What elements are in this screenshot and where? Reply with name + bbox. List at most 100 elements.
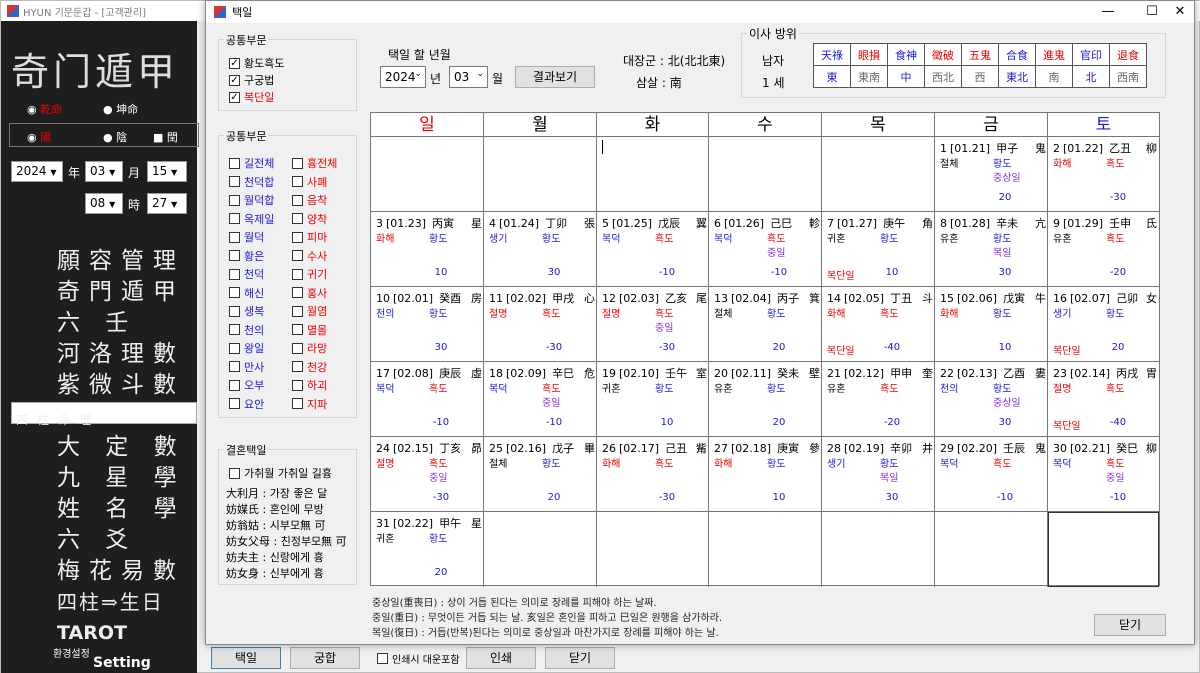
bad-day-checkbox[interactable]: 사폐 bbox=[292, 174, 327, 190]
calendar-cell[interactable] bbox=[597, 512, 709, 587]
checkbox-2[interactable]: ✓ 구궁법 bbox=[229, 72, 274, 88]
calendar-cell[interactable]: 20 [02.11] 癸未壁 유혼 황도 20 bbox=[709, 362, 822, 437]
calendar-cell[interactable]: 12 [02.03] 乙亥尾 절명 흑도 중일 -30 bbox=[597, 287, 709, 362]
leap-checkbox[interactable]: ■ 閏 bbox=[153, 129, 178, 145]
calendar-cell[interactable]: 1 [01.21] 甲子 鬼 절체 황도 중상일 20 bbox=[935, 137, 1048, 212]
yang-radio[interactable]: ◉ 陽 bbox=[27, 129, 51, 145]
menu-item[interactable]: 六 壬 bbox=[11, 309, 197, 337]
calendar-cell[interactable] bbox=[822, 512, 935, 587]
close-window-button[interactable]: ✕ bbox=[1164, 1, 1196, 23]
calendar-cell[interactable]: 22 [02.13] 乙酉婁 천의 황도 중상일 30 bbox=[935, 362, 1048, 437]
calendar-cell[interactable] bbox=[709, 512, 822, 587]
good-day-checkbox[interactable]: 왕일 bbox=[229, 340, 264, 356]
bad-day-checkbox[interactable]: 멸몰 bbox=[292, 322, 327, 338]
menu-item[interactable]: 願容管理 bbox=[11, 247, 197, 275]
calendar-cell[interactable]: 3 [01.23] 丙寅 星 화해 황도 10 bbox=[371, 212, 484, 287]
calendar-cell[interactable]: 5 [01.25] 戊辰 翼 복덕 흑도 -10 bbox=[597, 212, 709, 287]
minimize-button[interactable]: — bbox=[1086, 1, 1130, 23]
menu-item[interactable]: TAROT bbox=[11, 619, 197, 647]
calendar-cell[interactable]: 15 [02.06] 戊寅牛 화해 황도 10 bbox=[935, 287, 1048, 362]
bad-day-checkbox[interactable]: 라망 bbox=[292, 340, 327, 356]
bad-day-checkbox[interactable]: 천강 bbox=[292, 359, 327, 375]
calendar-cell[interactable]: 17 [02.08] 庚辰虛 복덕 흑도 -10 bbox=[371, 362, 484, 437]
calendar-cell[interactable]: 13 [02.04] 丙子箕 절체 황도 20 bbox=[709, 287, 822, 362]
calendar-cell[interactable] bbox=[935, 512, 1048, 587]
calendar-cell[interactable]: 2 [01.22] 乙丑 柳 화해 흑도 -30 bbox=[1048, 137, 1159, 212]
menu-item[interactable]: 河洛理數 bbox=[11, 340, 197, 368]
birth-month-select[interactable]: 03 ▼ bbox=[85, 161, 123, 182]
good-day-checkbox[interactable]: 옥제일 bbox=[229, 211, 274, 227]
taekil-button[interactable]: 택일 bbox=[211, 647, 281, 669]
good-day-checkbox[interactable]: 황은 bbox=[229, 248, 264, 264]
bad-day-checkbox[interactable]: 지파 bbox=[292, 396, 327, 412]
bad-day-checkbox[interactable]: 수사 bbox=[292, 248, 327, 264]
menu-item[interactable]: 奇門遁甲 bbox=[11, 278, 197, 306]
menu-item[interactable]: 紫微斗數 bbox=[11, 371, 197, 399]
birth-year-select[interactable]: 2024 ▼ bbox=[11, 161, 63, 182]
good-day-checkbox[interactable]: 천덕 bbox=[229, 266, 264, 282]
calendar-cell[interactable]: 14 [02.05] 丁丑斗 화해 흑도 복단일 -40 bbox=[822, 287, 935, 362]
calendar-cell[interactable]: 11 [02.02] 甲戌心 절명 흑도 -30 bbox=[484, 287, 597, 362]
calendar-cell[interactable]: 27 [02.18] 庚寅參 화해 황도 10 bbox=[709, 437, 822, 512]
menu-item[interactable]: 大 定 數 bbox=[11, 433, 197, 461]
checkbox-3[interactable]: ✓ 복단일 bbox=[229, 89, 274, 105]
calendar-cell[interactable]: 30 [02.21] 癸巳柳 복덕 흑도 중일 -10 bbox=[1048, 437, 1159, 512]
calendar-cell[interactable]: 10 [02.01] 癸酉房 천의 황도 30 bbox=[371, 287, 484, 362]
good-day-checkbox[interactable]: 만사 bbox=[229, 359, 264, 375]
calendar-cell[interactable] bbox=[371, 137, 484, 212]
bad-day-checkbox[interactable]: 음착 bbox=[292, 192, 327, 208]
close-button[interactable]: 닫기 bbox=[1094, 614, 1166, 636]
year-select[interactable]: 2024 ⌄ bbox=[380, 66, 426, 88]
good-day-checkbox[interactable]: 오부 bbox=[229, 377, 264, 393]
calendar-cell[interactable] bbox=[822, 137, 935, 212]
good-day-checkbox[interactable]: 생복 bbox=[229, 303, 264, 319]
menu-item[interactable]: 四柱命理 bbox=[11, 402, 197, 427]
calendar-cell[interactable]: 6 [01.26] 己巳 軫 복덕 흑도 중일 -10 bbox=[709, 212, 822, 287]
bad-day-checkbox[interactable]: 양착 bbox=[292, 211, 327, 227]
bad-day-checkbox[interactable]: 흉전체 bbox=[292, 155, 337, 171]
calendar-cell[interactable]: 31 [02.22] 甲午星 귀혼 황도 20 bbox=[371, 512, 484, 587]
bg-close-button[interactable]: 닫기 bbox=[545, 647, 615, 669]
birth-day-select[interactable]: 15 ▼ bbox=[147, 161, 187, 182]
calendar-cell[interactable]: 26 [02.17] 己丑觜 화해 흑도 -30 bbox=[597, 437, 709, 512]
good-day-checkbox[interactable]: 천의 bbox=[229, 322, 264, 338]
calendar-cell[interactable]: 18 [02.09] 辛巳危 복덕 흑도 중일 -10 bbox=[484, 362, 597, 437]
calendar-cell[interactable]: 28 [02.19] 辛卯井 생기 황도 복일 30 bbox=[822, 437, 935, 512]
calendar-cell[interactable]: 16 [02.07] 己卯女 생기 황도 복단일 20 bbox=[1048, 287, 1159, 362]
good-day-checkbox[interactable]: 월덕합 bbox=[229, 192, 274, 208]
calendar-cell[interactable]: 9 [01.29] 壬申 氐 유혼 흑도 -20 bbox=[1048, 212, 1159, 287]
calendar-cell[interactable]: 24 [02.15] 丁亥昴 절명 흑도 중일 -30 bbox=[371, 437, 484, 512]
view-result-button[interactable]: 결과보기 bbox=[515, 66, 595, 88]
menu-item[interactable]: 九 星 學 bbox=[11, 464, 197, 492]
marriage-month-checkbox[interactable]: 가취월 가취일 길흉 bbox=[229, 465, 332, 481]
menu-item[interactable]: 六 爻 bbox=[11, 526, 197, 554]
calendar-cell[interactable] bbox=[484, 137, 597, 212]
gender-female-radio[interactable]: ● 坤命 bbox=[103, 101, 138, 117]
month-select[interactable]: 03 ⌄ bbox=[449, 66, 488, 88]
gender-male-radio[interactable]: ◉ 乾命 bbox=[27, 101, 62, 117]
birth-hour-select[interactable]: 08 ▼ bbox=[85, 193, 123, 214]
good-day-checkbox[interactable]: 천덕합 bbox=[229, 174, 274, 190]
bad-day-checkbox[interactable]: 홍사 bbox=[292, 285, 327, 301]
settings-button[interactable]: Setting bbox=[93, 655, 151, 671]
gunghap-button[interactable]: 궁합 bbox=[290, 647, 360, 669]
calendar-cell[interactable] bbox=[709, 137, 822, 212]
checkbox-1[interactable]: ✓ 황도흑도 bbox=[229, 55, 284, 71]
menu-item[interactable]: 姓 名 學 bbox=[11, 495, 197, 523]
calendar-cell[interactable]: 25 [02.16] 戊子畢 절체 황도 20 bbox=[484, 437, 597, 512]
calendar-cell[interactable]: 8 [01.28] 辛未 亢 유혼 황도 복일 30 bbox=[935, 212, 1048, 287]
bad-day-checkbox[interactable]: 월염 bbox=[292, 303, 327, 319]
calendar-cell[interactable]: 23 [02.14] 丙戌胃 절명 흑도 복단일 -40 bbox=[1048, 362, 1159, 437]
calendar-cell[interactable] bbox=[1048, 512, 1159, 587]
bad-day-checkbox[interactable]: 하괴 bbox=[292, 377, 327, 393]
menu-item[interactable]: 梅花易數 bbox=[11, 557, 197, 585]
calendar-cell[interactable]: 29 [02.20] 壬辰鬼 복덕 흑도 -10 bbox=[935, 437, 1048, 512]
good-day-checkbox[interactable]: 해신 bbox=[229, 285, 264, 301]
bad-day-checkbox[interactable]: 피마 bbox=[292, 229, 327, 245]
calendar-cell[interactable]: 19 [02.10] 壬午室 귀혼 황도 10 bbox=[597, 362, 709, 437]
yin-radio[interactable]: ● 陰 bbox=[103, 129, 127, 145]
good-day-checkbox[interactable]: 길전체 bbox=[229, 155, 274, 171]
good-day-checkbox[interactable]: 요안 bbox=[229, 396, 264, 412]
birth-minute-select[interactable]: 27 ▼ bbox=[147, 193, 187, 214]
bad-day-checkbox[interactable]: 귀기 bbox=[292, 266, 327, 282]
